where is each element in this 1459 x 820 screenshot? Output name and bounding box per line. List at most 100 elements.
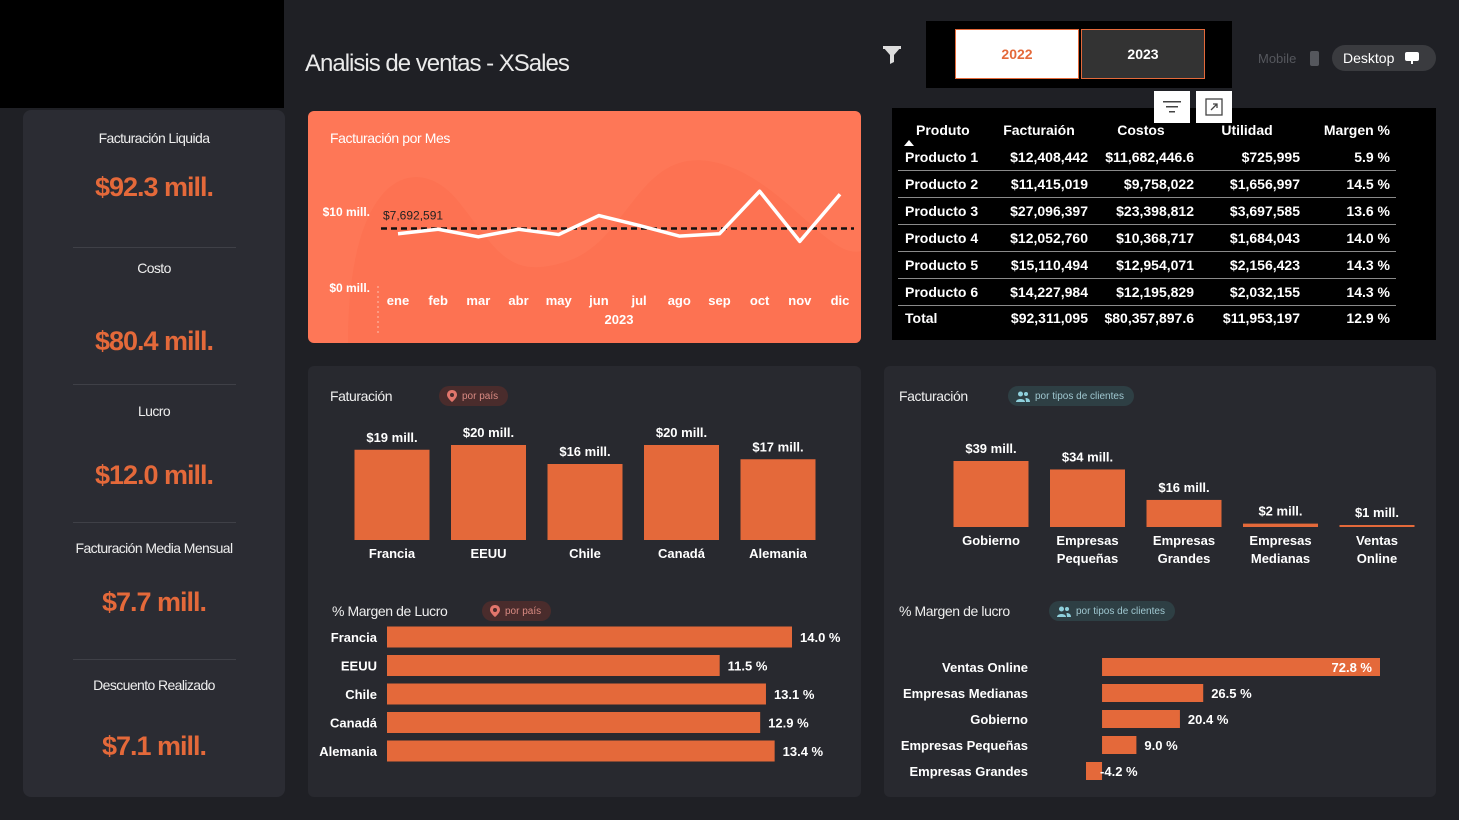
table-cell: $10,368,717 [1088,224,1194,252]
bar [547,464,623,540]
year-button-2022[interactable]: 2022 [955,29,1079,79]
table-cell: Producto 1 [898,144,990,171]
column-header-revenue[interactable]: Facturaión [990,116,1088,144]
bar [387,655,720,676]
pill-label: por tipos de clientes [1035,390,1124,402]
table-row[interactable]: Producto 5 $15,110,494 $12,954,071 $2,156,4… [898,251,1396,279]
table-cell: 13.6 % [1300,197,1396,225]
table-cell: Producto 4 [898,224,990,252]
table-cell: $11,415,019 [990,170,1088,198]
data-label: $39 mill. [965,441,1016,456]
x-tick-label: abr [508,293,528,308]
client-filter-pill[interactable]: por tipos de clientes [1008,386,1134,406]
table-cell: $3,697,585 [1194,197,1300,225]
table-row[interactable]: Producto 6 $14,227,984 $12,195,829 $2,032,1… [898,278,1396,306]
x-tick-label: may [546,293,573,308]
category-label: Chile [345,687,377,702]
client-margin-filter-pill[interactable]: por tipos de clientes [1049,601,1175,621]
table-total-row[interactable]: Total $92,311,095 $80,357,897.6 $11,953,197… [898,306,1396,331]
table-row[interactable]: Producto 1 $12,408,442 $11,682,446.6 $725,9… [898,144,1396,171]
bar [644,445,719,540]
data-label: 11.5 % [728,659,768,674]
table-cell: $12,408,442 [990,144,1088,171]
table-cell: 14.3 % [1300,278,1396,306]
table-cell: $27,096,397 [990,197,1088,225]
column-header-margin[interactable]: Margen % [1300,116,1396,144]
bar [1050,469,1125,527]
kpi-value-revenue: $92.3 mill. [94,172,214,202]
y-tick-label: $0 mill. [329,281,370,295]
country-filter-pill[interactable]: por país [439,386,509,406]
x-tick-label: ene [387,293,409,308]
data-label: $16 mill. [1158,480,1209,495]
kpi-label-monthly-avg: Facturación Media Mensual [75,540,234,556]
data-label: $19 mill. [366,430,417,445]
category-label: Online [1357,551,1397,566]
table-cell: 14.5 % [1300,170,1396,198]
column-header-product[interactable]: Produto [898,116,990,146]
product-table-grid: Produto Facturaión Costos Utilidad Marge… [898,116,1396,330]
client-revenue-chart: $39 mill. Gobierno $34 mill. Empresas Pequeñ… [953,441,1415,566]
table-cell: $9,758,022 [1088,170,1194,198]
bar [387,740,775,762]
country-margin-title: % Margen de Lucro [332,603,448,619]
country-revenue-chart: $19 mill. Francia $20 mill. EEUU $16 mill. Ch… [354,425,816,561]
table-cell: $725,995 [1194,144,1300,171]
x-tick-label: ago [668,293,691,308]
pill-label: por país [505,605,542,617]
category-label: Empresas [1249,533,1311,548]
location-pin-icon [447,390,457,402]
client-card: Facturación por tipos de clientes $39 mi… [884,366,1436,797]
table-cell: Producto 6 [898,278,990,306]
country-margin-filter-pill[interactable]: por país [482,601,552,621]
table-cell: Producto 3 [898,197,990,225]
focus-mode-icon[interactable] [1196,91,1232,123]
bar [1146,499,1222,527]
filter-icon[interactable] [881,44,903,66]
category-label: Empresas Medianas [903,686,1028,701]
category-label: Grandes [1158,551,1211,566]
data-label: $20 mill. [463,425,514,440]
kpi-value-profit: $12.0 mill. [94,460,214,490]
x-tick-label: feb [428,293,448,308]
category-label: EEUU [470,546,506,561]
x-tick-label: mar [466,293,490,308]
product-table: Produto Facturaión Costos Utilidad Marge… [892,108,1436,340]
table-cell: $15,110,494 [990,251,1088,279]
monthly-revenue-chart: Facturación por Mes $10 mill. $0 mill. $7,… [323,130,861,343]
client-revenue-title: Facturación [899,388,968,404]
x-tick-label: nov [788,293,812,308]
table-cell: $14,227,984 [990,278,1088,306]
year-button-2023[interactable]: 2023 [1081,29,1205,79]
category-label: Gobierno [962,533,1020,548]
kpi-label-revenue: Facturación Liquida [98,130,210,146]
kpi-value-monthly-avg: $7.7 mill. [101,587,207,617]
desktop-view-button[interactable]: Desktop [1332,45,1436,71]
table-cell: $12,052,760 [990,224,1088,252]
category-label: Empresas [1153,533,1215,548]
bar [451,445,526,540]
x-tick-label: jul [631,293,647,308]
table-row[interactable]: Producto 3 $27,096,397 $23,398,812 $3,697,5… [898,197,1396,225]
table-cell: $11,953,197 [1222,310,1300,326]
table-row[interactable]: Producto 2 $11,415,019 $9,758,022 $1,656,99… [898,170,1396,198]
x-tick-label: dic [831,293,850,308]
phone-icon [1310,51,1319,66]
country-margin-chart: Francia 14.0 % EEUU 11.5 % Chile 13.1 % Canadá… [319,626,841,762]
table-cell: 5.9 % [1300,144,1396,171]
table-cell: $80,357,897.6 [1104,310,1194,326]
table-cell: $23,398,812 [1088,197,1194,225]
table-cell: $1,656,997 [1194,170,1300,198]
category-label: Pequeñas [1057,551,1118,566]
table-cell: $2,156,423 [1194,251,1300,279]
mobile-view-toggle[interactable]: Mobile [1258,51,1296,66]
category-label: Empresas Pequeñas [901,738,1028,753]
data-label: 26.5 % [1211,686,1252,701]
filter-lines-icon[interactable] [1154,91,1190,123]
table-row[interactable]: Producto 4 $12,052,760 $10,368,717 $1,684,0… [898,224,1396,252]
sort-ascending-icon [904,140,914,146]
header-blank-area [0,0,284,108]
column-header-label: Produto [916,122,970,138]
data-label: 14.0 % [800,630,841,645]
category-label: Francia [331,630,378,645]
